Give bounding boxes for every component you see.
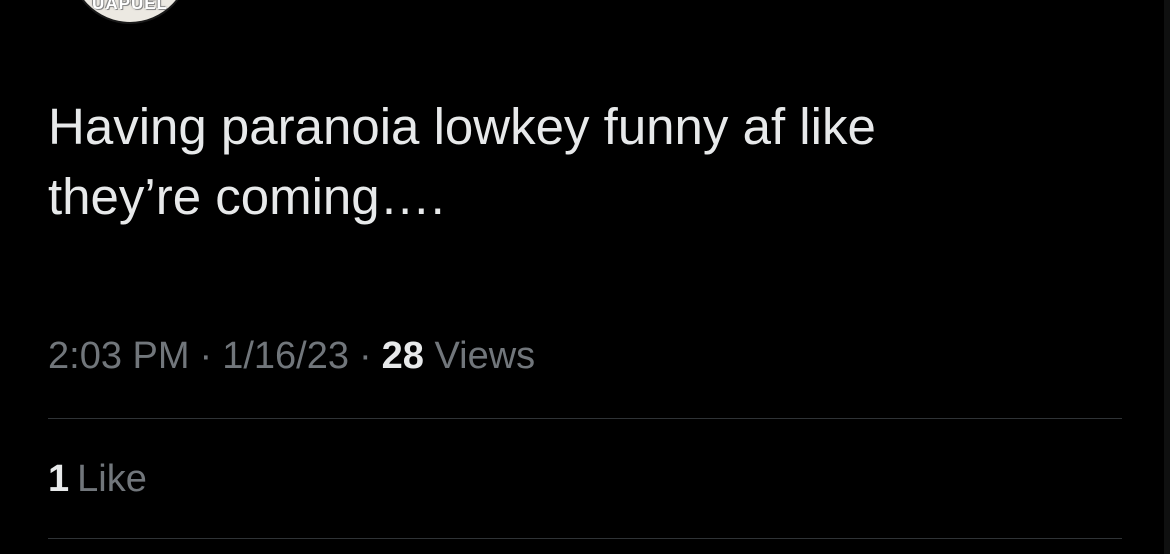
tweet-date[interactable]: 1/16/23 — [222, 335, 349, 377]
likes-link[interactable]: 1 Like — [48, 456, 147, 502]
likes-count: 1 — [48, 458, 70, 500]
avatar[interactable]: UAPUEL — [68, 0, 192, 24]
views-count: 28 — [381, 335, 424, 377]
tweet-time[interactable]: 2:03 PM — [48, 335, 190, 377]
scrollbar-track — [1164, 0, 1170, 554]
metadata-separator: · — [358, 335, 372, 377]
divider — [48, 538, 1122, 539]
views-label: Views — [434, 335, 536, 377]
likes-label: Like — [77, 458, 147, 500]
avatar-logo: UAPUEL — [92, 0, 168, 13]
tweet-metadata: 2:03 PM · 1/16/23 · 28 Views — [48, 333, 535, 379]
divider — [48, 418, 1122, 419]
metadata-separator: · — [199, 335, 213, 377]
tweet-text: Having paranoia lowkey funny af like the… — [48, 98, 876, 225]
